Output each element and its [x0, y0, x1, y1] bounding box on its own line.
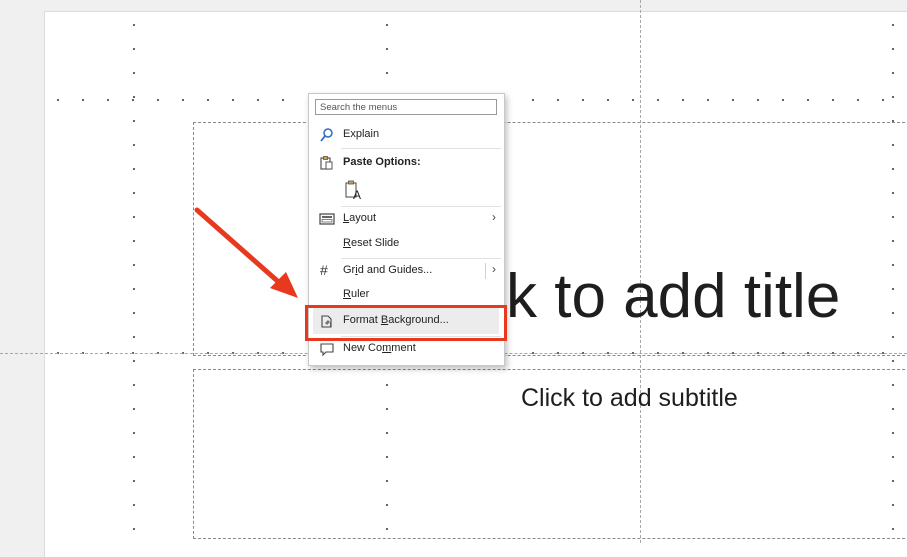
paste-keep-text-label: A — [353, 188, 362, 202]
menu-item-label: Paste Options: — [343, 156, 421, 168]
grid-icon: # — [320, 262, 328, 278]
title-placeholder-text[interactable]: k to add title — [506, 266, 840, 328]
menu-item-reset-slide[interactable]: Reset Slide — [309, 233, 504, 255]
annotation-highlight-box — [305, 305, 507, 341]
menu-item-paste-keep-text[interactable]: A — [309, 178, 504, 204]
paste-icon — [320, 156, 333, 170]
search-menus-placeholder: Search the menus — [320, 102, 398, 113]
menu-separator — [341, 258, 501, 259]
menu-separator — [341, 148, 501, 149]
menu-item-ruler[interactable]: Ruler — [309, 284, 504, 306]
menu-item-layout[interactable]: Layout › — [309, 208, 504, 230]
menu-item-explain[interactable]: Explain — [309, 124, 504, 146]
menu-item-new-comment[interactable]: New Comment — [309, 338, 504, 360]
layout-icon — [319, 213, 335, 225]
menu-item-grid-and-guides[interactable]: # Grid and Guides... › — [309, 260, 504, 282]
annotation-arrow — [194, 207, 298, 298]
chevron-right-icon: › — [492, 210, 496, 224]
menu-item-label: Explain — [343, 128, 380, 140]
menu-item-paste-options: Paste Options: — [309, 152, 504, 174]
comment-icon — [320, 343, 334, 356]
subtitle-placeholder-text[interactable]: Click to add subtitle — [521, 386, 738, 411]
menu-item-label: Reset Slide — [343, 237, 400, 249]
submenu-divider — [485, 263, 486, 279]
explain-icon — [320, 128, 333, 142]
menu-separator — [341, 206, 501, 207]
search-menus-input[interactable]: Search the menus — [315, 99, 497, 115]
menu-item-label: New Comment — [343, 342, 416, 354]
menu-item-label: Grid and Guides... — [343, 264, 433, 276]
menu-item-label: Layout — [343, 212, 377, 224]
menu-item-label: Ruler — [343, 288, 370, 300]
chevron-right-icon[interactable]: › — [492, 262, 496, 276]
